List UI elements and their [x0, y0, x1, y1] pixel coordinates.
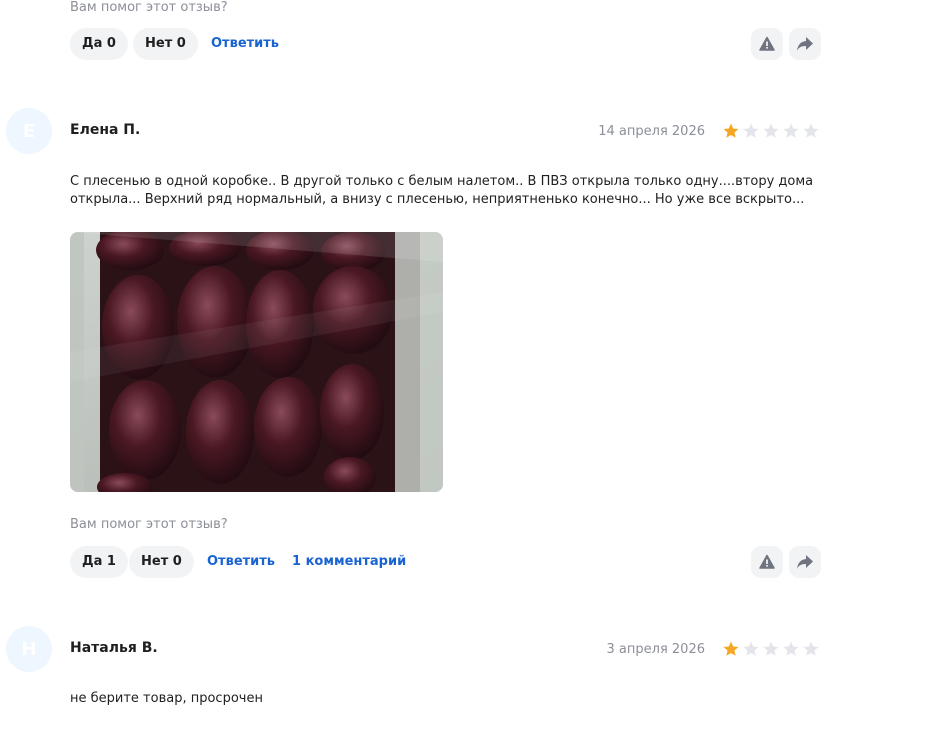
star-icon — [723, 641, 739, 656]
helpful-yes-button[interactable]: Да 1 — [70, 546, 128, 578]
avatar: Н — [6, 626, 52, 672]
review-author: Елена П. — [70, 122, 141, 138]
star-icon — [783, 641, 799, 656]
helpful-question: Вам помог этот отзыв? — [70, 0, 228, 15]
star-icon — [803, 641, 819, 656]
review-date: 3 апреля 2026 — [606, 642, 705, 657]
warning-triangle-icon — [759, 554, 775, 569]
dates-photo-image — [70, 232, 443, 492]
reply-link[interactable]: Ответить — [211, 36, 279, 51]
warning-triangle-icon — [759, 36, 775, 51]
rating-stars — [722, 122, 820, 140]
star-icon — [803, 123, 819, 138]
review-text: С плесенью в одной коробке.. В другой то… — [70, 174, 814, 207]
review-text: не берите товар, просрочен — [70, 691, 263, 706]
report-button[interactable] — [751, 28, 783, 60]
reply-link[interactable]: Ответить — [207, 554, 275, 569]
review-author: Наталья В. — [70, 640, 158, 656]
helpful-question: Вам помог этот отзыв? — [70, 517, 228, 532]
helpful-no-button[interactable]: Нет 0 — [129, 546, 194, 578]
star-icon — [763, 123, 779, 138]
star-icon — [723, 123, 739, 138]
star-icon — [743, 641, 759, 656]
star-icon — [763, 641, 779, 656]
review-photo[interactable] — [70, 232, 443, 492]
helpful-yes-button[interactable]: Да 0 — [70, 28, 128, 60]
share-button[interactable] — [789, 28, 821, 60]
comments-link[interactable]: 1 комментарий — [292, 554, 406, 569]
star-icon — [783, 123, 799, 138]
review-date: 14 апреля 2026 — [598, 124, 705, 139]
report-button[interactable] — [751, 546, 783, 578]
avatar: Е — [6, 108, 52, 154]
share-button[interactable] — [789, 546, 821, 578]
rating-stars — [722, 640, 820, 658]
star-icon — [743, 123, 759, 138]
helpful-no-button[interactable]: Нет 0 — [133, 28, 198, 60]
share-arrow-icon — [797, 555, 813, 569]
share-arrow-icon — [797, 37, 813, 51]
